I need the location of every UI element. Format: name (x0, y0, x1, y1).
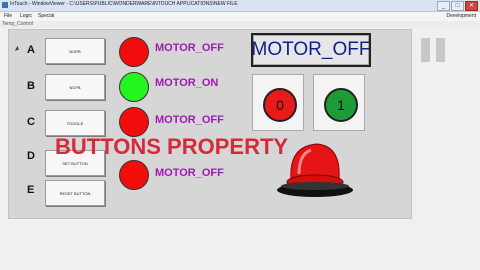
hmi-canvas: A NOPB MOTOR_OFF B NCPB MOTOR_ON C TOGGL… (8, 29, 412, 219)
window-title: InTouch - WindowViewer - C:\USERS\PUBLIC… (10, 1, 238, 7)
menu-development[interactable]: Development (447, 13, 476, 19)
pause-indicator (421, 38, 447, 62)
close-button[interactable]: ✕ (465, 1, 478, 11)
nopb-button[interactable]: NOPB (45, 38, 105, 64)
row-letter-e: E (27, 184, 35, 196)
status-lamp-c (119, 107, 149, 137)
reset-button[interactable]: RESET BUTTON (45, 180, 105, 206)
menu-special[interactable]: Special (38, 13, 54, 19)
row-letter-c: C (27, 116, 35, 128)
status-label-e: MOTOR_OFF (155, 167, 224, 179)
off-button[interactable]: 0 (263, 88, 297, 122)
tool-strip: Temp_Control (0, 21, 480, 28)
app-icon (2, 2, 8, 8)
status-label-b: MOTOR_ON (155, 77, 219, 89)
motor-status-display-value: MOTOR_OFF (251, 39, 371, 60)
row-letter-b: B (27, 80, 35, 92)
row-letter-d: D (27, 150, 35, 162)
cursor-icon (14, 45, 21, 53)
on-button[interactable]: 1 (324, 88, 358, 122)
status-label-a: MOTOR_OFF (155, 42, 224, 54)
window-controls: _ □ ✕ (437, 1, 478, 11)
maximize-button[interactable]: □ (451, 1, 464, 11)
tool-strip-label: Temp_Control (2, 21, 34, 27)
status-lamp-e (119, 160, 149, 190)
buttons-property-caption: BUTTONS PROPERTY (55, 134, 289, 159)
off-button-tile: 0 (252, 74, 304, 131)
status-lamp-b (119, 72, 149, 102)
on-button-tile: 1 (313, 74, 365, 131)
menu-logic[interactable]: Logic (20, 13, 32, 19)
status-label-c: MOTOR_OFF (155, 114, 224, 126)
motor-status-display: MOTOR_OFF (251, 33, 371, 67)
row-letter-a: A (27, 44, 35, 56)
status-lamp-a (119, 37, 149, 67)
toggle-button[interactable]: TOGGLE (45, 110, 105, 136)
minimize-button[interactable]: _ (437, 1, 450, 11)
title-bar: InTouch - WindowViewer - C:\USERS\PUBLIC… (0, 0, 480, 12)
ncpb-button[interactable]: NCPB (45, 74, 105, 100)
menu-file[interactable]: File (4, 13, 12, 19)
